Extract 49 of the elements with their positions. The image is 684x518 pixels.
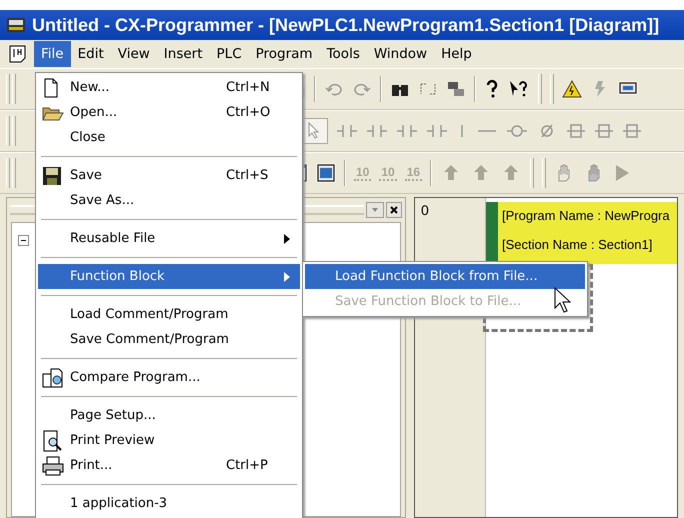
play-icon[interactable] [614,163,630,183]
contact-icon[interactable] [366,122,388,140]
instruction-icon[interactable] [566,122,586,140]
mouse-pointer-icon [554,287,572,313]
rung-marker [486,202,498,264]
menu-entry[interactable]: Print Preview [38,428,300,453]
binary-window-icon[interactable] [316,163,336,183]
document-icon[interactable] [8,44,28,64]
menu-item[interactable]: Insert [156,41,210,67]
context-help-icon[interactable] [508,79,530,99]
instruction-icon[interactable] [622,122,642,140]
contact-icon[interactable] [426,122,448,140]
menu-item[interactable]: Window [366,41,434,67]
menu-entry[interactable]: Print... Ctrl+P [38,453,300,478]
print-preview-icon [42,430,64,452]
menu-item[interactable]: Help [434,41,479,67]
menu-item[interactable]: Tools [320,41,367,67]
close-icon[interactable] [386,202,402,218]
menu-item[interactable]: Program [248,41,320,67]
submenu-arrow-icon [284,234,290,244]
contact-icon[interactable] [396,122,418,140]
section-name: [Section Name : Section1] [502,237,654,252]
menu-entry[interactable]: Function Block [38,264,300,289]
help-icon[interactable] [484,79,500,99]
rung-number: 0 [421,202,429,218]
program-name: [Program Name : NewProgra [502,208,670,223]
submenu-arrow-icon [284,272,290,282]
menu-item[interactable]: File [34,41,71,67]
instruction-icon[interactable] [594,122,614,140]
menu-entry[interactable]: Save As... [38,188,300,213]
printer-icon [42,456,64,476]
menu-entry[interactable]: Save Comment/Program [38,327,300,352]
menu-entry[interactable]: Compare Program... [38,365,300,390]
menu-entry[interactable]: Save Ctrl+S [38,163,300,188]
submenu-entry[interactable]: Load Function Block from File... [305,264,585,289]
menu-item[interactable]: View [110,41,157,67]
menu-item[interactable]: Edit [70,41,111,67]
app-icon [6,16,26,34]
window-title: Untitled - CX-Programmer - [NewPLC1.NewProgram1.Section1 [Diagram]] [32,14,660,36]
contact-icon[interactable] [336,122,358,140]
menu-entry[interactable]: Open... Ctrl+O [38,100,300,125]
menu-entry[interactable]: Load Comment/Program [38,302,300,327]
menu-item[interactable]: PLC [210,41,249,67]
warning-icon[interactable] [562,80,582,98]
menu-entry[interactable]: 1 application-3 [38,491,300,516]
menu-entry[interactable]: Reusable File [38,226,300,251]
collapse-icon[interactable] [18,235,29,246]
menu-entry[interactable]: Page Setup... [38,403,300,428]
new-document-icon [42,78,60,98]
